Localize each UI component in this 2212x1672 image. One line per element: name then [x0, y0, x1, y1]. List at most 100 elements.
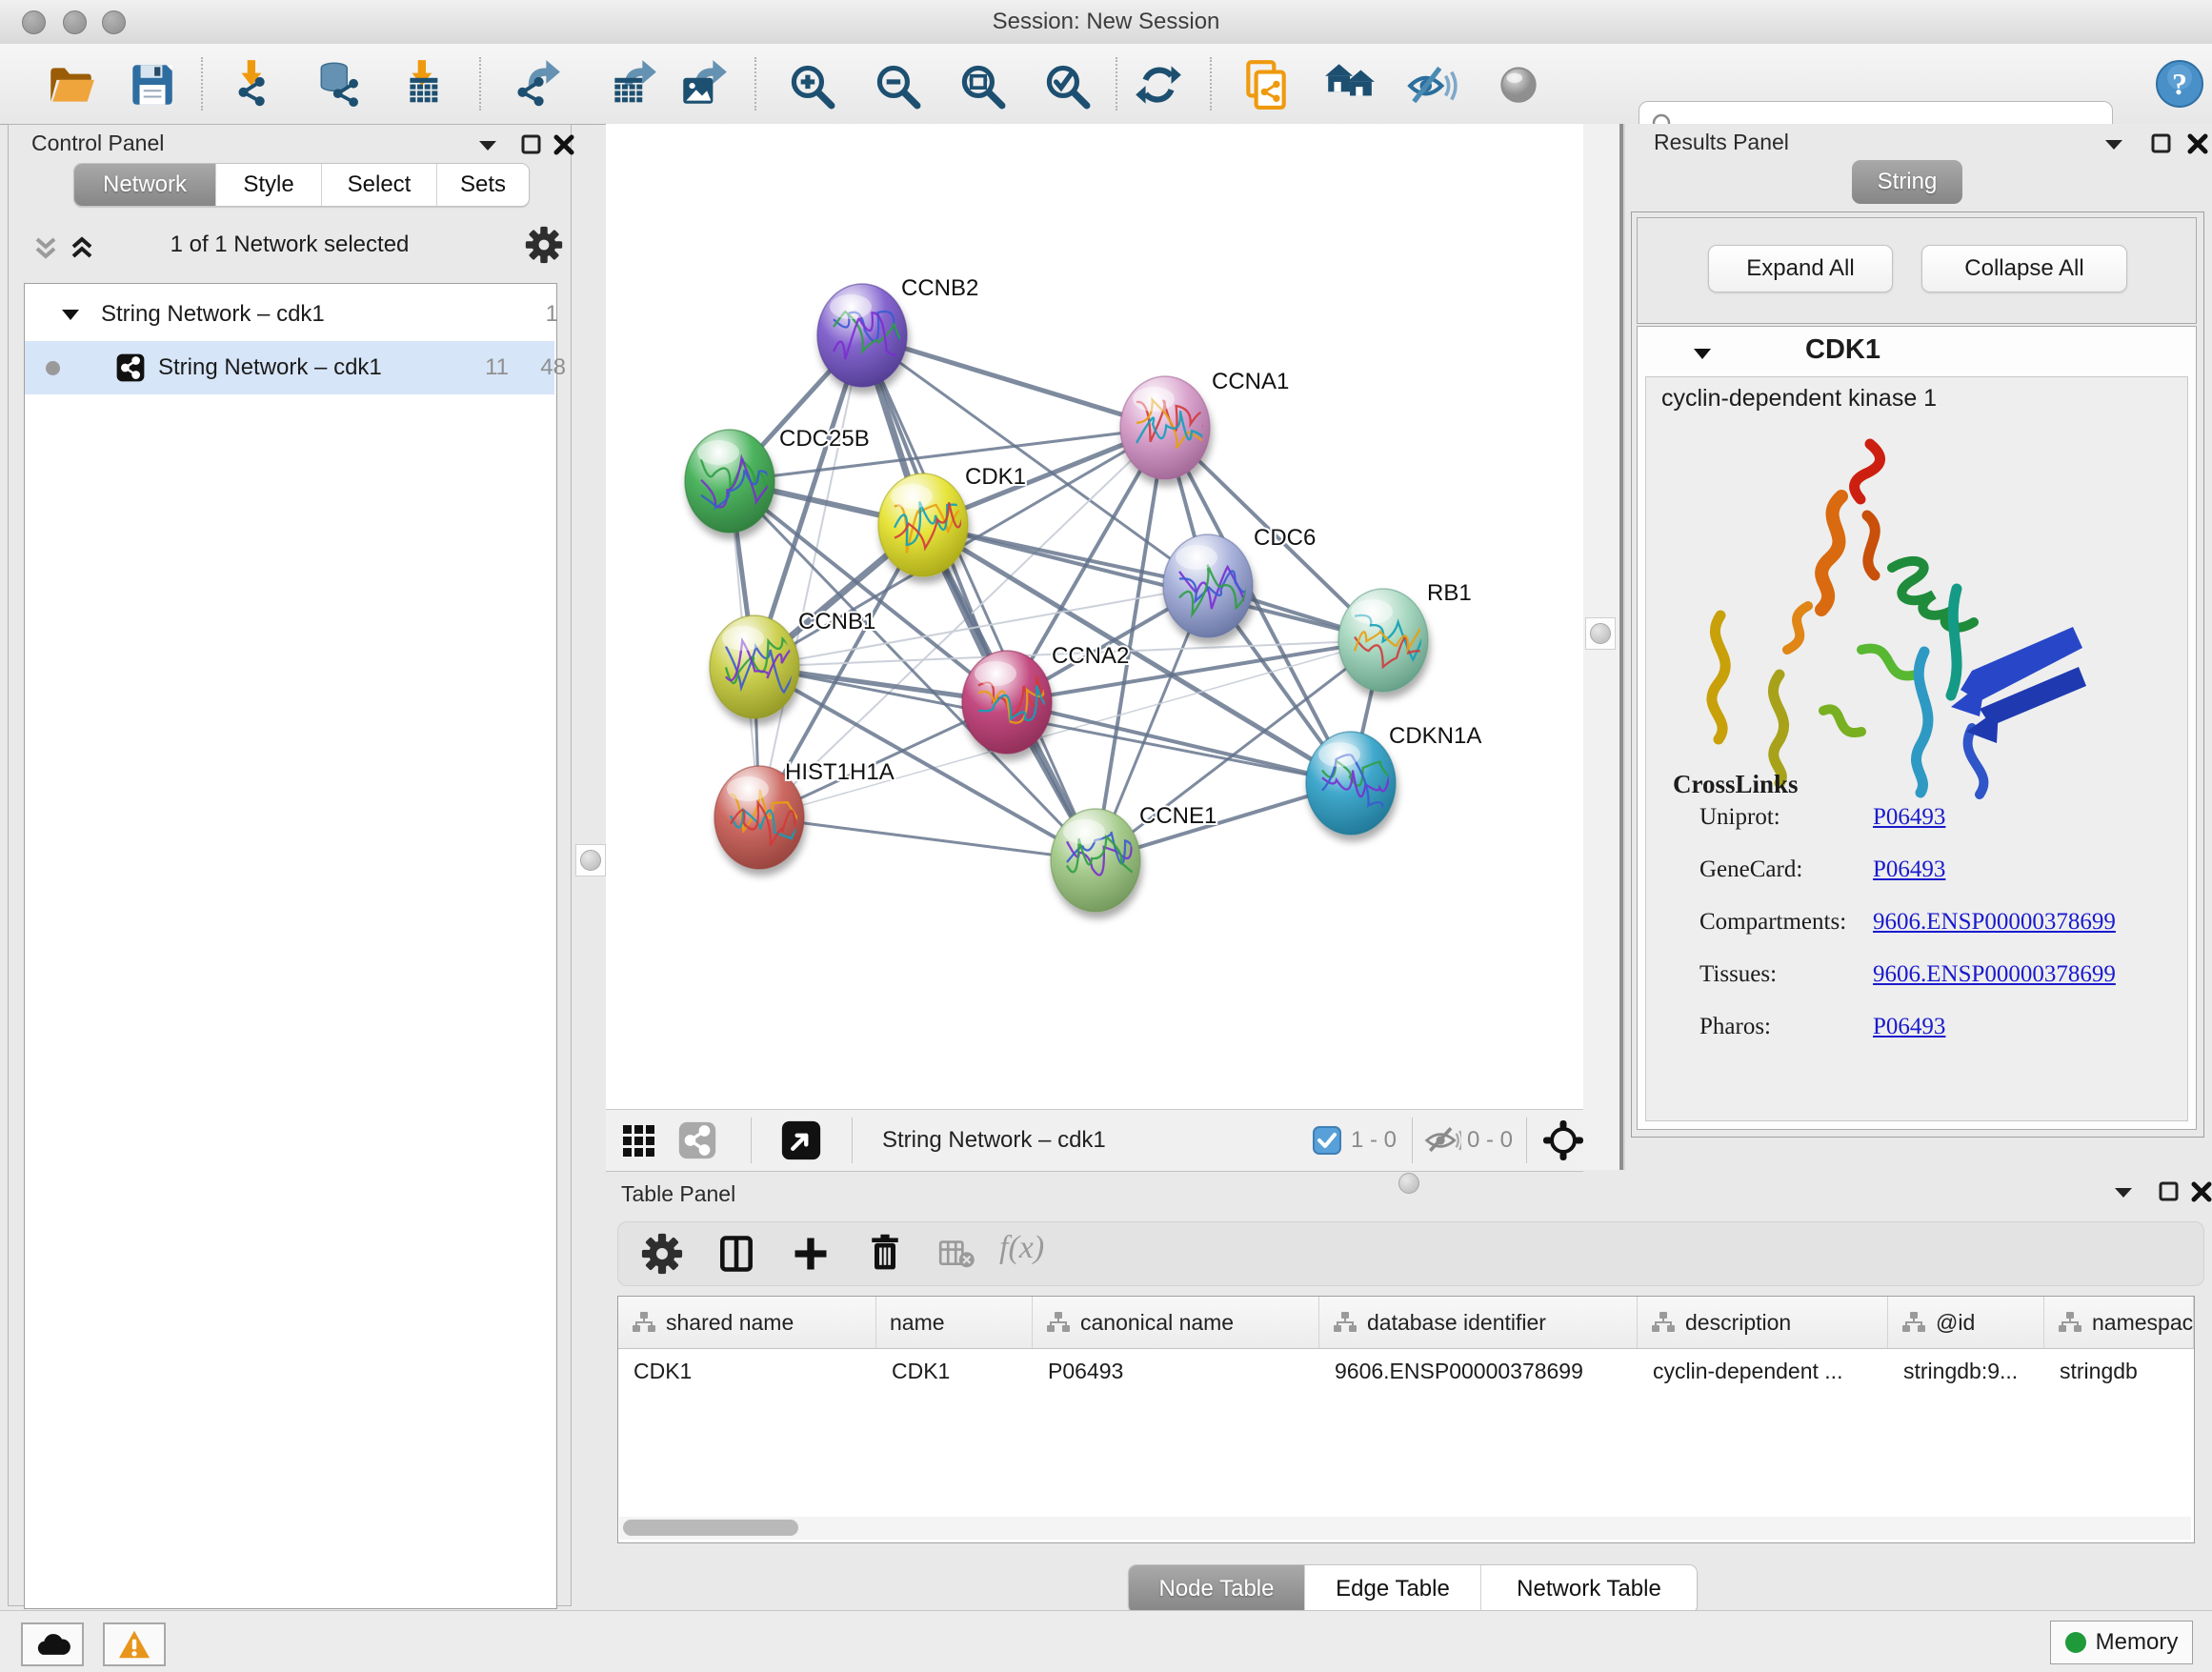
eye-slash-waves-icon[interactable]	[1405, 57, 1458, 111]
tab-network-table[interactable]: Network Table	[1481, 1565, 1697, 1613]
left-splitter-handle[interactable]	[575, 844, 606, 876]
zoom-out-magnifier-icon[interactable]	[869, 57, 922, 111]
table-row[interactable]: CDK1CDK1P064939606.ENSP00000378699cyclin…	[618, 1349, 2194, 1393]
panel-close-icon[interactable]	[552, 132, 576, 157]
panel-close-icon[interactable]	[2185, 131, 2210, 156]
network-tree-parent-row[interactable]: String Network – cdk1 1	[25, 288, 554, 341]
network-canvas[interactable]: CCNB2CCNA1CDC25BCDK1CDC6RB1CCNB1CCNA2CDK…	[606, 124, 1583, 1109]
memory-button[interactable]: Memory	[2050, 1621, 2193, 1664]
panel-collapse-icon[interactable]	[2101, 131, 2126, 156]
tab-sets[interactable]: Sets	[437, 164, 529, 206]
divider	[852, 1118, 853, 1163]
column-header-namespace[interactable]: namespace	[2044, 1297, 2194, 1348]
crosslink-link[interactable]: P06493	[1873, 856, 1945, 882]
columns-icon[interactable]	[715, 1233, 757, 1275]
import-network-arrow-icon[interactable]	[229, 57, 282, 111]
panel-collapse-icon[interactable]	[2111, 1179, 2136, 1204]
main-toolbar: ?	[0, 44, 2212, 125]
node-CCNA1[interactable]	[1120, 376, 1210, 479]
panel-float-icon[interactable]	[2157, 1179, 2182, 1204]
node-table[interactable]: shared name name canonical namedatabase id…	[617, 1296, 2195, 1543]
control-panel-title: Control Panel	[31, 131, 164, 156]
edge-HIST1H1A-CCNE1	[759, 817, 1096, 860]
grid-view-icon[interactable]	[621, 1123, 657, 1159]
tab-string[interactable]: String	[1852, 160, 1962, 204]
crosslinks-title: CrossLinks	[1673, 770, 1799, 799]
collapse-all-button[interactable]: Collapse All	[1921, 245, 2127, 292]
network-collection-label: String Network – cdk1	[101, 288, 325, 341]
crosslink-link[interactable]: 9606.ENSP00000378699	[1873, 909, 2116, 935]
birdseye-view-icon[interactable]	[781, 1120, 821, 1160]
panel-float-icon[interactable]	[519, 132, 544, 157]
crosslink-link[interactable]: P06493	[1873, 1014, 1945, 1039]
circular-refresh-arrows-icon[interactable]	[1131, 57, 1184, 111]
network-tree-child-row-selected[interactable]: String Network – cdk1 11 48	[25, 341, 554, 394]
save-floppy-icon[interactable]	[125, 57, 178, 111]
panel-collapse-icon[interactable]	[475, 132, 500, 157]
section-expander-icon[interactable]	[1691, 342, 1714, 365]
houses-icon[interactable]	[1322, 57, 1376, 111]
gray-sphere-icon[interactable]	[1492, 57, 1545, 111]
node-CCNA2[interactable]	[962, 651, 1060, 754]
panel-close-icon[interactable]	[2189, 1179, 2212, 1204]
cell-name: CDK1	[876, 1359, 1033, 1384]
zoom-in-magnifier-icon[interactable]	[783, 57, 836, 111]
column-label: @id	[1936, 1310, 1975, 1336]
open-folder-icon[interactable]	[44, 57, 97, 111]
zoom-fit-magnifier-icon[interactable]	[954, 57, 1007, 111]
tab-network[interactable]: Network	[74, 164, 216, 206]
crosslink-row: Pharos:P06493	[1699, 1014, 1945, 1040]
help-icon[interactable]: ?	[2153, 57, 2206, 111]
cloud-button[interactable]	[21, 1622, 84, 1666]
node-label-CDC25B: CDC25B	[779, 426, 870, 452]
add-column-plus-icon[interactable]	[790, 1233, 832, 1275]
tab-node-table[interactable]: Node Table	[1129, 1565, 1305, 1613]
node-CCNB1[interactable]	[710, 615, 799, 718]
import-database-icon[interactable]	[313, 57, 367, 111]
column-header-canonical-name[interactable]: canonical name	[1033, 1297, 1319, 1348]
export-network-arrow-icon[interactable]	[510, 57, 563, 111]
gear-icon[interactable]	[641, 1233, 683, 1275]
tab-edge-table[interactable]: Edge Table	[1305, 1565, 1481, 1613]
tab-style[interactable]: Style	[216, 164, 322, 206]
node-CDC6[interactable]	[1163, 534, 1257, 637]
scrollbar-thumb[interactable]	[623, 1520, 798, 1536]
tab-select[interactable]: Select	[322, 164, 437, 206]
selected-checkbox-icon[interactable]	[1313, 1126, 1341, 1155]
column-header-name[interactable]: name	[876, 1297, 1033, 1348]
node-CCNB2[interactable]	[817, 284, 907, 387]
share-view-icon[interactable]	[678, 1121, 716, 1159]
expand-all-chevron-icon[interactable]	[31, 232, 60, 264]
documents-share-icon[interactable]	[1239, 57, 1293, 111]
panel-float-icon[interactable]	[2149, 131, 2174, 156]
node-RB1[interactable]	[1338, 589, 1428, 692]
node-CDC25B[interactable]	[685, 430, 774, 533]
crosshair-fit-icon[interactable]	[1541, 1118, 1585, 1162]
collapse-all-chevron-icon[interactable]	[68, 232, 96, 264]
warning-button[interactable]	[103, 1622, 166, 1666]
edge-CCNB2-CCNA1	[862, 335, 1165, 428]
crosslink-link[interactable]: 9606.ENSP00000378699	[1873, 961, 2116, 987]
cell--id: stringdb:9...	[1888, 1359, 2044, 1384]
node-CCNE1[interactable]	[1051, 809, 1140, 912]
import-table-arrow-icon[interactable]	[399, 57, 452, 111]
node-CDKN1A[interactable]	[1306, 732, 1399, 835]
column-label: name	[890, 1310, 945, 1336]
cell-namespace: stringdb	[2044, 1359, 2194, 1384]
expand-all-button[interactable]: Expand All	[1708, 245, 1893, 292]
export-table-arrow-icon[interactable]	[606, 57, 659, 111]
horizontal-splitter-handle[interactable]	[1393, 1172, 1425, 1195]
column-header--id[interactable]: @id	[1888, 1297, 2044, 1348]
trash-icon[interactable]	[864, 1231, 906, 1275]
export-image-arrow-icon[interactable]	[676, 57, 730, 111]
column-header-description[interactable]: description	[1638, 1297, 1888, 1348]
node-CDK1[interactable]	[878, 473, 968, 576]
tree-expander-icon[interactable]	[59, 303, 82, 326]
crosslink-link[interactable]: P06493	[1873, 804, 1945, 830]
gear-icon[interactable]	[525, 226, 563, 264]
zoom-selected-magnifier-icon[interactable]	[1038, 57, 1092, 111]
right-splitter-handle[interactable]	[1585, 617, 1616, 650]
column-header-shared-name[interactable]: shared name	[618, 1297, 876, 1348]
column-header-database-identifier[interactable]: database identifier	[1319, 1297, 1638, 1348]
cell-database-identifier: 9606.ENSP00000378699	[1319, 1359, 1638, 1384]
